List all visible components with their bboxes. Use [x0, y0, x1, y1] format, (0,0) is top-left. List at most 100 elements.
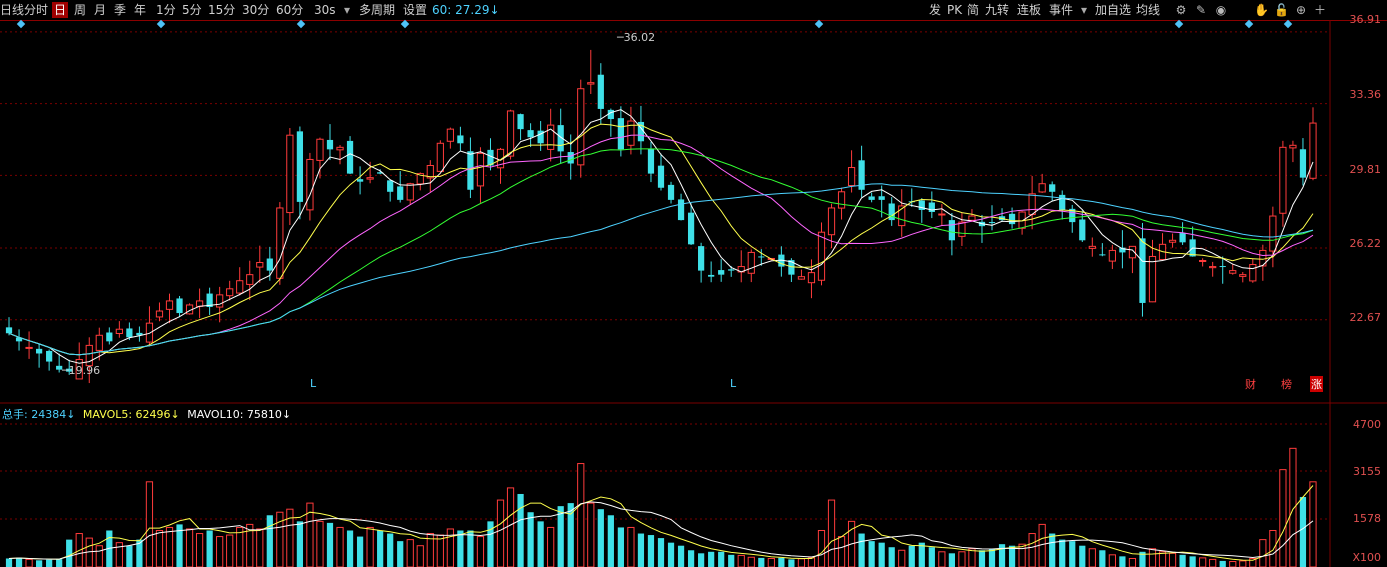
volume-bar [1018, 543, 1026, 567]
volume-bar [185, 528, 194, 567]
eye-icon[interactable]: ◉ [1214, 3, 1228, 17]
volume-bar [807, 557, 816, 567]
candle-body [948, 220, 955, 241]
jian-button[interactable]: 简 [967, 2, 979, 18]
pk-button[interactable]: PK [947, 2, 962, 18]
ma60-readout: 60: 27.29↓ [432, 3, 500, 17]
volume-bar [958, 551, 966, 567]
lock-icon[interactable]: 🔓 [1274, 3, 1289, 17]
volume-bar [1079, 545, 1086, 567]
volume-bar [1168, 552, 1177, 567]
volume-bar [506, 487, 515, 567]
candle-body [1049, 184, 1056, 192]
tab-5min[interactable]: 5分 [182, 2, 202, 18]
volume-bar [1219, 560, 1226, 567]
candle-body [1179, 233, 1186, 243]
bang-badge[interactable]: 榜 [1281, 376, 1292, 392]
volume-bar [607, 515, 614, 567]
candle-body [326, 139, 334, 150]
candle-body [1279, 146, 1287, 214]
candle-body [617, 118, 624, 150]
candlestick-chart[interactable] [0, 20, 1387, 404]
volume-bar [968, 548, 976, 567]
settings-button[interactable]: 设置 [403, 2, 427, 18]
candle-body [1269, 215, 1277, 252]
jiuzhuan-button[interactable]: 九转 [985, 2, 1009, 18]
volume-tick-3: 1578 [1353, 512, 1381, 525]
tab-1min[interactable]: 1分 [156, 2, 176, 18]
tab-30s[interactable]: 30s [314, 2, 336, 18]
volume-bar [567, 503, 574, 567]
cai-badge[interactable]: 财 [1245, 376, 1256, 392]
candle-body [366, 177, 374, 180]
lianban-button[interactable]: 连板 [1017, 2, 1041, 18]
candle-body [657, 165, 665, 188]
candle-body [587, 82, 595, 85]
ma-button[interactable]: 均线 [1136, 2, 1160, 18]
tab-15min[interactable]: 15分 [208, 2, 235, 18]
candle-body [968, 215, 976, 221]
zhang-badge[interactable]: 涨 [1310, 376, 1323, 392]
candle-body [1219, 266, 1226, 268]
candle-body [85, 344, 93, 367]
volume-bar [827, 499, 836, 567]
volume-bar [888, 547, 895, 567]
candle-body [226, 288, 234, 297]
add-watchlist-button[interactable]: 加自选 [1095, 2, 1131, 18]
draw-icon[interactable]: ✎ [1194, 3, 1208, 17]
volume-bar [948, 553, 955, 567]
gear-icon[interactable]: ⚙ [1174, 3, 1188, 17]
event-button[interactable]: 事件 [1049, 2, 1073, 18]
tab-week[interactable]: 周 [74, 2, 86, 18]
volume-bar [677, 545, 685, 567]
plus-icon[interactable]: ＋ [1313, 3, 1327, 17]
zoom-in-icon[interactable]: ⊕ [1294, 3, 1308, 17]
candle-body [467, 151, 474, 190]
candle-body [145, 322, 154, 343]
candle-body [276, 207, 284, 279]
volume-chart[interactable] [0, 404, 1387, 567]
volume-bar [416, 545, 424, 567]
tab-60min[interactable]: 60分 [276, 2, 303, 18]
candle-body [95, 334, 103, 351]
volume-bar [928, 547, 935, 567]
candle-body [106, 332, 113, 342]
volume-bar [195, 533, 204, 567]
tab-rixian[interactable]: 日线 [0, 2, 24, 18]
volume-bar [817, 529, 826, 567]
volume-bar [1028, 533, 1036, 567]
volume-bar [998, 544, 1006, 567]
volume-bar [1239, 560, 1247, 567]
tab-month[interactable]: 月 [94, 2, 106, 18]
candle-body [647, 148, 655, 174]
candle-body [256, 262, 264, 268]
volume-bar [56, 559, 63, 567]
volume-bar [1259, 539, 1267, 567]
volume-bar [868, 541, 875, 567]
volume-bar [406, 539, 414, 567]
volume-bar [627, 526, 635, 567]
tab-day[interactable]: 日 [52, 2, 69, 18]
drag-icon[interactable]: ✋ [1254, 3, 1269, 17]
volume-bar [126, 545, 133, 567]
candle-body [577, 88, 585, 166]
tab-multi-period[interactable]: 多周期 [359, 2, 395, 18]
candle-body [627, 120, 635, 146]
volume-bar [1229, 561, 1237, 567]
volume-bar [206, 530, 213, 567]
candle-body [446, 128, 454, 142]
volume-bar [1108, 554, 1116, 567]
candle-body [797, 276, 806, 280]
volume-bar [547, 526, 555, 567]
fa-button[interactable]: 发 [929, 2, 941, 18]
low-value: 19.96 [68, 364, 101, 377]
event-dropdown-icon[interactable]: ▾ [1081, 2, 1087, 18]
tab-season[interactable]: 季 [114, 2, 126, 18]
volume-bar [35, 560, 43, 567]
tab-30min[interactable]: 30分 [242, 2, 269, 18]
period-dropdown-icon[interactable]: ▾ [344, 2, 350, 18]
tab-year[interactable]: 年 [134, 2, 146, 18]
tab-fenshi[interactable]: 分时 [24, 2, 48, 18]
candle-body [667, 184, 675, 200]
volume-bar [758, 557, 765, 567]
